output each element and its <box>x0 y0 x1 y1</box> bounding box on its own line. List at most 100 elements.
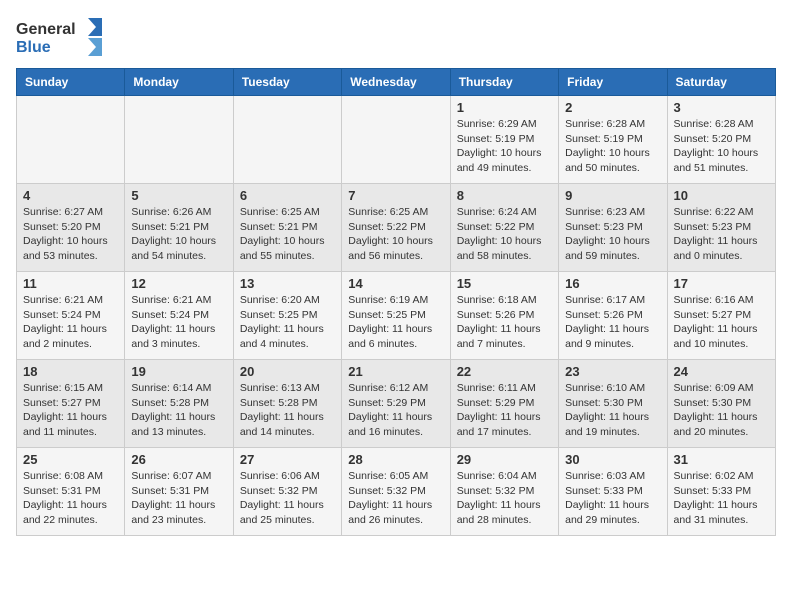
day-info: Sunrise: 6:09 AM Sunset: 5:30 PM Dayligh… <box>674 381 769 440</box>
day-number: 9 <box>565 188 660 203</box>
day-info: Sunrise: 6:19 AM Sunset: 5:25 PM Dayligh… <box>348 293 443 352</box>
calendar-cell: 9 Sunrise: 6:23 AM Sunset: 5:23 PM Daylig… <box>559 184 667 272</box>
day-number: 19 <box>131 364 226 379</box>
calendar-cell: 20 Sunrise: 6:13 AM Sunset: 5:28 PM Dayli… <box>233 360 341 448</box>
day-number: 24 <box>674 364 769 379</box>
day-info: Sunrise: 6:25 AM Sunset: 5:21 PM Dayligh… <box>240 205 335 264</box>
day-number: 5 <box>131 188 226 203</box>
calendar-cell: 17Sunrise: 6:16 AM Sunset: 5:27 PM Dayli… <box>667 272 775 360</box>
day-info: Sunrise: 6:27 AM Sunset: 5:20 PM Dayligh… <box>23 205 118 264</box>
day-number: 1 <box>457 100 552 115</box>
day-number: 6 <box>240 188 335 203</box>
day-info: Sunrise: 6:05 AM Sunset: 5:32 PM Dayligh… <box>348 469 443 528</box>
day-number: 28 <box>348 452 443 467</box>
calendar-cell: 4 Sunrise: 6:27 AM Sunset: 5:20 PM Daylig… <box>17 184 125 272</box>
day-number: 25 <box>23 452 118 467</box>
calendar-week-row: 25 Sunrise: 6:08 AM Sunset: 5:31 PM Dayli… <box>17 448 776 536</box>
calendar-week-row: 18 Sunrise: 6:15 AM Sunset: 5:27 PM Dayli… <box>17 360 776 448</box>
calendar-cell: 10Sunrise: 6:22 AM Sunset: 5:23 PM Dayli… <box>667 184 775 272</box>
day-info: Sunrise: 6:02 AM Sunset: 5:33 PM Dayligh… <box>674 469 769 528</box>
day-number: 17 <box>674 276 769 291</box>
logo-svg: GeneralBlue <box>16 16 106 60</box>
day-info: Sunrise: 6:07 AM Sunset: 5:31 PM Dayligh… <box>131 469 226 528</box>
day-info: Sunrise: 6:17 AM Sunset: 5:26 PM Dayligh… <box>565 293 660 352</box>
calendar-cell: 18 Sunrise: 6:15 AM Sunset: 5:27 PM Dayli… <box>17 360 125 448</box>
header-thursday: Thursday <box>450 69 558 96</box>
day-info: Sunrise: 6:10 AM Sunset: 5:30 PM Dayligh… <box>565 381 660 440</box>
calendar-cell: 14 Sunrise: 6:19 AM Sunset: 5:25 PM Dayli… <box>342 272 450 360</box>
day-info: Sunrise: 6:23 AM Sunset: 5:23 PM Dayligh… <box>565 205 660 264</box>
day-number: 10 <box>674 188 769 203</box>
calendar-cell: 8Sunrise: 6:24 AM Sunset: 5:22 PM Daylig… <box>450 184 558 272</box>
calendar-cell: 13 Sunrise: 6:20 AM Sunset: 5:25 PM Dayli… <box>233 272 341 360</box>
header-monday: Monday <box>125 69 233 96</box>
day-number: 7 <box>348 188 443 203</box>
day-number: 15 <box>457 276 552 291</box>
day-number: 30 <box>565 452 660 467</box>
calendar-cell: 19 Sunrise: 6:14 AM Sunset: 5:28 PM Dayli… <box>125 360 233 448</box>
day-info: Sunrise: 6:13 AM Sunset: 5:28 PM Dayligh… <box>240 381 335 440</box>
calendar-cell: 28 Sunrise: 6:05 AM Sunset: 5:32 PM Dayli… <box>342 448 450 536</box>
calendar-table: SundayMondayTuesdayWednesdayThursdayFrid… <box>16 68 776 536</box>
day-info: Sunrise: 6:03 AM Sunset: 5:33 PM Dayligh… <box>565 469 660 528</box>
day-info: Sunrise: 6:21 AM Sunset: 5:24 PM Dayligh… <box>23 293 118 352</box>
calendar-week-row: 11 Sunrise: 6:21 AM Sunset: 5:24 PM Dayli… <box>17 272 776 360</box>
calendar-cell: 23 Sunrise: 6:10 AM Sunset: 5:30 PM Dayli… <box>559 360 667 448</box>
day-info: Sunrise: 6:06 AM Sunset: 5:32 PM Dayligh… <box>240 469 335 528</box>
calendar-cell: 12Sunrise: 6:21 AM Sunset: 5:24 PM Dayli… <box>125 272 233 360</box>
day-number: 18 <box>23 364 118 379</box>
day-info: Sunrise: 6:15 AM Sunset: 5:27 PM Dayligh… <box>23 381 118 440</box>
day-info: Sunrise: 6:11 AM Sunset: 5:29 PM Dayligh… <box>457 381 552 440</box>
day-number: 27 <box>240 452 335 467</box>
day-number: 11 <box>23 276 118 291</box>
day-number: 29 <box>457 452 552 467</box>
day-info: Sunrise: 6:26 AM Sunset: 5:21 PM Dayligh… <box>131 205 226 264</box>
day-info: Sunrise: 6:29 AM Sunset: 5:19 PM Dayligh… <box>457 117 552 176</box>
header-wednesday: Wednesday <box>342 69 450 96</box>
day-number: 14 <box>348 276 443 291</box>
day-number: 21 <box>348 364 443 379</box>
calendar-cell: 30 Sunrise: 6:03 AM Sunset: 5:33 PM Dayli… <box>559 448 667 536</box>
day-info: Sunrise: 6:04 AM Sunset: 5:32 PM Dayligh… <box>457 469 552 528</box>
calendar-cell <box>17 96 125 184</box>
header-saturday: Saturday <box>667 69 775 96</box>
calendar-cell: 15 Sunrise: 6:18 AM Sunset: 5:26 PM Dayli… <box>450 272 558 360</box>
calendar-cell: 3Sunrise: 6:28 AM Sunset: 5:20 PM Daylig… <box>667 96 775 184</box>
day-info: Sunrise: 6:18 AM Sunset: 5:26 PM Dayligh… <box>457 293 552 352</box>
day-info: Sunrise: 6:28 AM Sunset: 5:19 PM Dayligh… <box>565 117 660 176</box>
page-header: GeneralBlue <box>16 16 776 60</box>
day-number: 26 <box>131 452 226 467</box>
day-number: 13 <box>240 276 335 291</box>
calendar-cell: 29 Sunrise: 6:04 AM Sunset: 5:32 PM Dayli… <box>450 448 558 536</box>
logo: GeneralBlue <box>16 16 106 60</box>
calendar-cell <box>342 96 450 184</box>
calendar-cell: 7 Sunrise: 6:25 AM Sunset: 5:22 PM Daylig… <box>342 184 450 272</box>
calendar-cell <box>233 96 341 184</box>
calendar-cell: 21 Sunrise: 6:12 AM Sunset: 5:29 PM Dayli… <box>342 360 450 448</box>
day-info: Sunrise: 6:25 AM Sunset: 5:22 PM Dayligh… <box>348 205 443 264</box>
calendar-cell: 25 Sunrise: 6:08 AM Sunset: 5:31 PM Dayli… <box>17 448 125 536</box>
day-number: 3 <box>674 100 769 115</box>
day-info: Sunrise: 6:08 AM Sunset: 5:31 PM Dayligh… <box>23 469 118 528</box>
calendar-cell: 26 Sunrise: 6:07 AM Sunset: 5:31 PM Dayli… <box>125 448 233 536</box>
calendar-cell: 16Sunrise: 6:17 AM Sunset: 5:26 PM Dayli… <box>559 272 667 360</box>
day-number: 4 <box>23 188 118 203</box>
calendar-cell: 24 Sunrise: 6:09 AM Sunset: 5:30 PM Dayli… <box>667 360 775 448</box>
day-number: 2 <box>565 100 660 115</box>
svg-text:Blue: Blue <box>16 39 51 56</box>
calendar-cell: 27 Sunrise: 6:06 AM Sunset: 5:32 PM Dayli… <box>233 448 341 536</box>
calendar-cell <box>125 96 233 184</box>
calendar-cell: 1 Sunrise: 6:29 AM Sunset: 5:19 PM Daylig… <box>450 96 558 184</box>
calendar-cell: 31Sunrise: 6:02 AM Sunset: 5:33 PM Dayli… <box>667 448 775 536</box>
day-info: Sunrise: 6:12 AM Sunset: 5:29 PM Dayligh… <box>348 381 443 440</box>
day-number: 20 <box>240 364 335 379</box>
day-info: Sunrise: 6:14 AM Sunset: 5:28 PM Dayligh… <box>131 381 226 440</box>
day-info: Sunrise: 6:20 AM Sunset: 5:25 PM Dayligh… <box>240 293 335 352</box>
day-info: Sunrise: 6:21 AM Sunset: 5:24 PM Dayligh… <box>131 293 226 352</box>
day-number: 8 <box>457 188 552 203</box>
svg-text:General: General <box>16 21 76 38</box>
calendar-cell: 22 Sunrise: 6:11 AM Sunset: 5:29 PM Dayli… <box>450 360 558 448</box>
day-number: 22 <box>457 364 552 379</box>
calendar-cell: 6 Sunrise: 6:25 AM Sunset: 5:21 PM Daylig… <box>233 184 341 272</box>
day-number: 23 <box>565 364 660 379</box>
